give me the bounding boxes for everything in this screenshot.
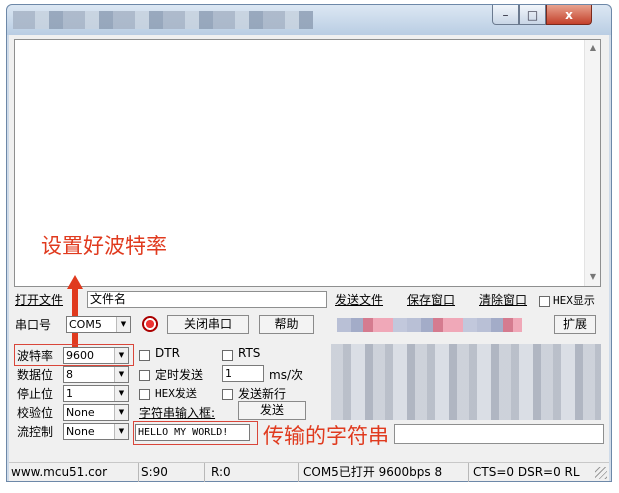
scroll-down-icon[interactable]: ▼ [585, 272, 601, 281]
hex-display-label: HEX显示 [553, 294, 595, 307]
annotation-transmit-string: 传输的字符串 [263, 424, 389, 448]
baud-label: 波特率 [17, 349, 54, 363]
save-window-button[interactable]: 保存窗口 [407, 291, 455, 309]
minimize-icon: – [502, 7, 509, 22]
stopbits-label: 停止位 [17, 387, 54, 401]
chevron-down-icon: ▼ [114, 386, 128, 401]
receive-textarea[interactable]: ▲ ▼ 设置好波特率 [14, 39, 601, 287]
port-status-led-icon [142, 316, 158, 332]
status-sent: S:90 [139, 463, 205, 482]
send-file-button[interactable]: 发送文件 [335, 291, 383, 309]
hex-send-label: HEX发送 [155, 387, 197, 400]
hex-send-checkbox[interactable] [139, 387, 150, 401]
port-select[interactable]: COM5 ▼ [66, 316, 131, 333]
close-icon: x [565, 7, 573, 22]
chevron-down-icon: ▼ [114, 405, 128, 420]
file-name-input[interactable]: 文件名 [87, 291, 327, 308]
close-port-button[interactable]: 关闭串口 [167, 315, 249, 334]
dtr-checkbox[interactable] [139, 348, 150, 362]
flow-label: 流控制 [17, 425, 54, 439]
databits-label: 数据位 [17, 368, 54, 382]
flow-select[interactable]: None ▼ [63, 423, 129, 440]
blurred-region [337, 318, 522, 332]
send-newline-checkbox[interactable] [222, 387, 233, 401]
expand-button[interactable]: 扩展 [554, 315, 596, 334]
rts-label: RTS [238, 346, 261, 360]
status-port: COM5已打开 9600bps 8 [299, 463, 469, 482]
send-newline-label: 发送新行 [238, 387, 287, 401]
send-button[interactable]: 发送 [238, 401, 306, 420]
databits-select[interactable]: 8 ▼ [63, 366, 129, 383]
help-button[interactable]: 帮助 [259, 315, 314, 334]
chevron-down-icon: ▼ [116, 317, 130, 332]
chevron-down-icon: ▼ [114, 348, 128, 363]
maximize-button[interactable]: □ [519, 5, 546, 25]
window-body: ▲ ▼ 设置好波特率 打开文件 文件名 发送文件 保存窗口 清除窗口 HEX显示… [9, 35, 609, 482]
scroll-up-icon[interactable]: ▲ [585, 43, 601, 52]
blurred-region [331, 344, 601, 420]
open-file-button[interactable]: 打开文件 [15, 291, 63, 309]
stopbits-select[interactable]: 1 ▼ [63, 385, 129, 402]
status-lines: CTS=0 DSR=0 RL [473, 465, 580, 479]
parity-label: 校验位 [17, 406, 54, 420]
title-bar: – □ x [7, 5, 611, 35]
resize-grip-icon[interactable] [595, 467, 607, 479]
app-window: – □ x ▲ ▼ 设置好波特率 打开文件 文件名 发送文件 保存窗口 清除窗口… [6, 4, 612, 482]
chevron-down-icon: ▼ [114, 424, 128, 439]
chevron-down-icon: ▼ [114, 367, 128, 382]
string-input-label: 字符串输入框: [139, 406, 216, 420]
interval-unit: ms/次 [269, 368, 303, 382]
status-url: www.mcu51.cor [9, 463, 139, 482]
status-bar: www.mcu51.cor S:90 R:0 COM5已打开 9600bps 8… [9, 462, 609, 482]
baud-select[interactable]: 9600 ▼ [63, 347, 129, 364]
minimize-button[interactable]: – [492, 5, 519, 25]
dtr-label: DTR [155, 346, 180, 360]
send-text-input[interactable]: HELLO MY WORLD! [135, 424, 250, 441]
status-received: R:0 [205, 463, 299, 482]
rts-checkbox[interactable] [222, 348, 233, 362]
timed-send-label: 定时发送 [155, 368, 204, 382]
clear-window-button[interactable]: 清除窗口 [479, 291, 527, 309]
title-text-blurred [13, 11, 313, 29]
parity-select[interactable]: None ▼ [63, 404, 129, 421]
port-label: 串口号 [15, 318, 52, 332]
send-area-input[interactable] [394, 424, 604, 444]
timed-send-checkbox[interactable] [139, 368, 150, 382]
annotation-set-baud: 设置好波特率 [41, 234, 167, 258]
close-button[interactable]: x [546, 5, 592, 25]
receive-scrollbar[interactable]: ▲ ▼ [584, 40, 600, 286]
maximize-icon: □ [526, 7, 539, 22]
interval-input[interactable]: 1 [222, 365, 264, 382]
hex-display-checkbox[interactable] [539, 294, 550, 308]
